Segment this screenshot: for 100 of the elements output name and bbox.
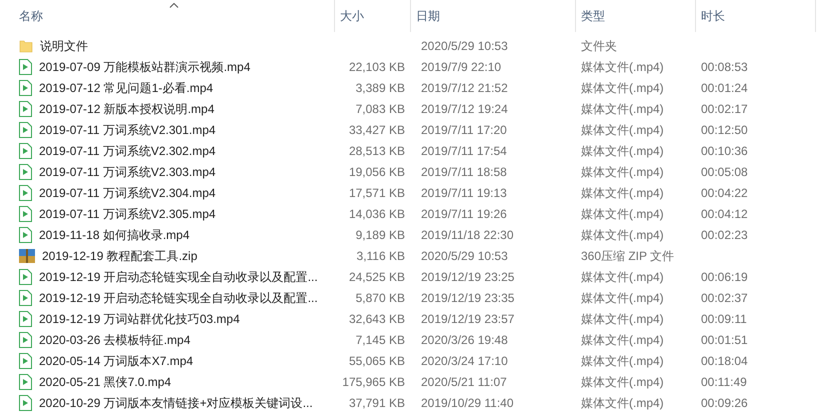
file-name: 2020-03-26 去模板特征.mp4 (39, 332, 190, 348)
file-name: 2019-11-18 如何搞收录.mp4 (39, 226, 190, 244)
file-name: 2019-12-19 万词站群优化技巧03.mp4 (39, 310, 240, 328)
file-name: 2019-07-11 万词系统V2.303.mp4 (39, 164, 216, 180)
column-header[interactable]: 类型 (576, 0, 696, 32)
sort-caret-icon (170, 3, 178, 8)
file-row[interactable]: 2020-10-29 万词版本友情链接+对应模板关键词设... 37,791 KB 2019/10/29 11:40 媒体文件(.mp4) 00:09:26 (14, 392, 827, 413)
video-file-icon (19, 100, 32, 116)
file-duration: 00:04:22 (701, 186, 748, 200)
file-name: 2020-05-21 黑侠7.0.mp4 (39, 374, 172, 390)
file-name: 2019-12-19 教程配套工具.zip (42, 248, 198, 264)
file-row[interactable]: 2020-05-21 黑侠7.0.mp4 175,965 KB 2020/5/21 11:07 媒体文件(.mp4) 00:11:49 (14, 371, 827, 392)
file-date: 2019/7/11 17:20 (421, 122, 507, 136)
column-header[interactable]: 名称 (14, 0, 335, 32)
file-type: 媒体文件(.mp4) (581, 270, 664, 284)
file-row[interactable]: 2019-12-19 开启动态轮链实现全自动收录以及配置... 5,870 KB 2019/12/19 23:35 媒体文件(.mp4) 00:02:37 (14, 287, 827, 308)
video-file-icon (19, 226, 32, 242)
file-row[interactable]: 2019-12-19 开启动态轮链实现全自动收录以及配置... 24,525 KB 2019/12/19 23:25 媒体文件(.mp4) 00:06:19 (14, 266, 827, 287)
file-duration: 00:09:26 (701, 396, 748, 410)
video-file-icon (19, 332, 32, 348)
file-type: 媒体文件(.mp4) (581, 354, 664, 368)
video-file-icon (19, 374, 32, 390)
video-file-icon (19, 142, 32, 158)
video-file-icon (19, 352, 32, 368)
file-row[interactable]: 2019-12-19 教程配套工具.zip 3,116 KB 2020/5/29 10:53 360压缩 ZIP 文件 (14, 245, 827, 266)
file-row[interactable]: 2019-07-11 万词系统V2.304.mp4 17,571 KB 2019/7/11 19:13 媒体文件(.mp4) 00:04:22 (14, 182, 827, 203)
file-name: 2019-12-19 开启动态轮链实现全自动收录以及配置... (39, 290, 318, 306)
folder-icon (19, 38, 33, 52)
file-type: 媒体文件(.mp4) (581, 186, 664, 200)
file-duration: 00:02:23 (701, 228, 748, 242)
file-date: 2020/5/29 10:53 (421, 248, 508, 262)
file-duration: 00:05:08 (701, 164, 748, 178)
file-date: 2019/7/12 19:24 (421, 102, 508, 116)
file-date: 2020/5/21 11:07 (421, 374, 507, 388)
file-date: 2019/11/18 22:30 (421, 228, 514, 242)
file-size: 5,870 KB (356, 290, 405, 306)
file-duration: 00:09:11 (701, 312, 747, 326)
file-name: 说明文件 (40, 38, 88, 54)
file-type: 媒体文件(.mp4) (581, 164, 664, 178)
file-name: 2019-12-19 开启动态轮链实现全自动收录以及配置... (39, 268, 318, 286)
file-duration: 00:10:36 (701, 144, 748, 158)
video-file-icon (19, 394, 32, 410)
file-size: 3,389 KB (356, 80, 405, 96)
file-date: 2020/3/26 19:48 (421, 332, 508, 346)
file-name: 2020-10-29 万词版本友情链接+对应模板关键词设... (39, 394, 313, 412)
file-duration: 00:01:51 (701, 332, 748, 346)
file-row[interactable]: 2019-07-12 常见问题1-必看.mp4 3,389 KB 2019/7/12 21:52 媒体文件(.mp4) 00:01:24 (14, 77, 827, 98)
archive-icon (19, 248, 35, 262)
file-name: 2019-07-12 常见问题1-必看.mp4 (39, 80, 214, 96)
file-size: 28,513 KB (348, 142, 405, 160)
file-size: 24,525 KB (348, 268, 405, 286)
file-size: 55,065 KB (348, 352, 405, 370)
file-type: 媒体文件(.mp4) (581, 290, 664, 304)
file-row[interactable]: 2019-11-18 如何搞收录.mp4 9,189 KB 2019/11/18 22:30 媒体文件(.mp4) 00:02:23 (14, 224, 827, 245)
column-header[interactable]: 时长 (696, 0, 816, 32)
file-type: 媒体文件(.mp4) (581, 332, 664, 346)
video-file-icon (19, 206, 32, 222)
file-size: 22,103 KB (348, 58, 405, 76)
video-file-icon (19, 290, 32, 306)
file-type: 媒体文件(.mp4) (581, 144, 664, 158)
file-type: 媒体文件(.mp4) (581, 122, 664, 136)
file-row[interactable]: 2020-05-14 万词版本X7.mp4 55,065 KB 2020/3/24 17:10 媒体文件(.mp4) 00:18:04 (14, 350, 827, 371)
file-date: 2019/12/19 23:35 (421, 290, 514, 304)
video-file-icon (19, 268, 32, 284)
file-name: 2019-07-09 万能模板站群演示视频.mp4 (39, 58, 250, 76)
video-file-icon (19, 58, 32, 74)
video-file-icon (19, 184, 32, 200)
video-file-icon (19, 310, 32, 326)
file-duration: 00:01:24 (701, 80, 748, 94)
file-row[interactable]: 2019-07-09 万能模板站群演示视频.mp4 22,103 KB 2019/7/9 22:10 媒体文件(.mp4) 00:08:53 (14, 56, 827, 77)
file-duration: 00:11:49 (701, 374, 747, 388)
file-row[interactable]: 2019-07-12 新版本授权说明.mp4 7,083 KB 2019/7/12 19:24 媒体文件(.mp4) 00:02:17 (14, 98, 827, 119)
file-row[interactable]: 2019-12-19 万词站群优化技巧03.mp4 32,643 KB 2019/12/19 23:57 媒体文件(.mp4) 00:09:11 (14, 308, 827, 329)
column-header[interactable]: 日期 (411, 0, 576, 32)
file-date: 2019/7/12 21:52 (421, 80, 508, 94)
file-row[interactable]: 2019-07-11 万词系统V2.301.mp4 33,427 KB 2019/7/11 17:20 媒体文件(.mp4) 00:12:50 (14, 119, 827, 140)
file-date: 2019/7/11 19:26 (421, 206, 507, 220)
file-size: 7,145 KB (356, 332, 405, 348)
file-date: 2019/7/11 18:58 (421, 164, 507, 178)
file-name: 2019-07-11 万词系统V2.304.mp4 (39, 184, 216, 202)
file-row[interactable]: 2019-07-11 万词系统V2.305.mp4 14,036 KB 2019/7/11 19:26 媒体文件(.mp4) 00:04:12 (14, 203, 827, 224)
file-size: 3,116 KB (356, 248, 405, 264)
column-header[interactable]: 大小 (335, 0, 411, 32)
file-date: 2019/12/19 23:57 (421, 312, 514, 326)
file-row[interactable]: 2020-03-26 去模板特征.mp4 7,145 KB 2020/3/26 19:48 媒体文件(.mp4) 00:01:51 (14, 329, 827, 350)
file-row[interactable]: 2019-07-11 万词系统V2.302.mp4 28,513 KB 2019/7/11 17:54 媒体文件(.mp4) 00:10:36 (14, 140, 827, 161)
file-row[interactable]: 说明文件 2020/5/29 10:53 文件夹 (14, 35, 827, 56)
file-name: 2019-07-11 万词系统V2.301.mp4 (39, 122, 216, 138)
file-date: 2019/12/19 23:25 (421, 270, 514, 284)
file-size: 175,965 KB (342, 374, 405, 390)
file-date: 2019/10/29 11:40 (421, 396, 514, 410)
file-date: 2019/7/9 22:10 (421, 60, 502, 74)
file-size: 32,643 KB (348, 310, 405, 328)
file-duration: 00:02:17 (701, 102, 748, 116)
video-file-icon (19, 122, 32, 138)
file-row[interactable]: 2019-07-11 万词系统V2.303.mp4 19,056 KB 2019/7/11 18:58 媒体文件(.mp4) 00:05:08 (14, 161, 827, 182)
video-file-icon (19, 164, 32, 180)
file-size: 17,571 KB (348, 184, 405, 202)
file-size: 7,083 KB (356, 100, 405, 118)
file-duration: 00:02:37 (701, 290, 748, 304)
